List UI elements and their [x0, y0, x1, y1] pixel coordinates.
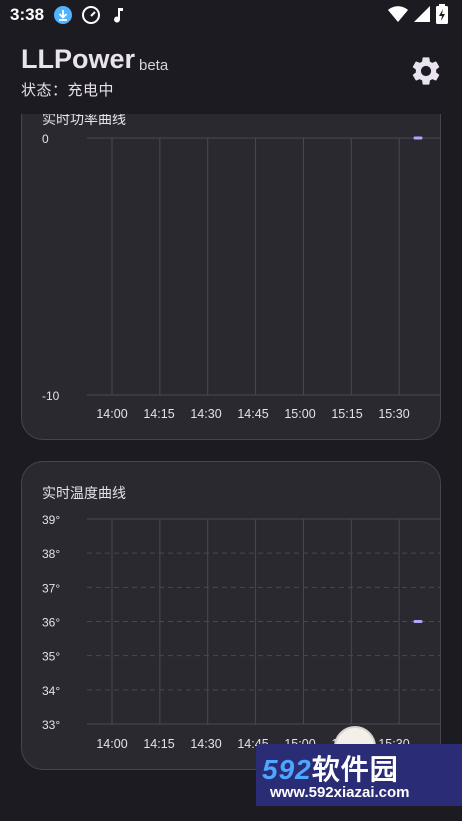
x-tick-label: 14:45	[237, 407, 268, 421]
battery-charging-icon	[436, 4, 448, 29]
app-title: LLPower	[21, 44, 136, 74]
y-tick-label: 38°	[42, 547, 60, 561]
download-icon	[52, 4, 74, 26]
x-tick-label: 15:15	[331, 407, 362, 421]
y-tick-label: 33°	[42, 718, 60, 732]
beta-badge: beta	[139, 57, 169, 74]
power-chart-card: 实时功率曲线 0 -10 14:00 14:15 14:30 14:45 15:00 15:1…	[21, 60, 441, 440]
watermark-text: 软件园	[311, 754, 399, 785]
x-tick-label: 15:30	[378, 407, 409, 421]
y-tick-label: 36°	[42, 616, 60, 630]
y-tick-label: 35°	[42, 650, 60, 664]
temperature-chart-card: 实时温度曲线 39° 38° 37° 36° 35° 34° 33° 14:00 14:15 14…	[21, 461, 441, 770]
x-tick-label: 14:00	[96, 737, 127, 751]
gear-icon	[412, 57, 440, 85]
y-tick-label: 37°	[42, 581, 60, 595]
y-tick-label: 34°	[42, 684, 60, 698]
settings-button[interactable]	[409, 54, 443, 88]
y-tick-label: 39°	[42, 513, 60, 527]
x-tick-label: 14:30	[190, 407, 221, 421]
wifi-icon	[388, 5, 408, 28]
watermark-number: 592	[262, 754, 312, 785]
music-note-icon	[108, 4, 130, 26]
y-tick-label: 0	[42, 132, 49, 146]
watermark-url: www.592xiazai.com	[270, 784, 410, 801]
app-header: LLPower beta 状态：充电中	[0, 30, 462, 114]
y-tick-label: -10	[42, 389, 60, 403]
status-time: 3:38	[10, 5, 45, 24]
status-right-icons	[388, 4, 448, 29]
x-tick-label: 15:00	[284, 407, 315, 421]
charging-status: 状态：充电中	[21, 82, 115, 99]
x-tick-label: 14:15	[143, 737, 174, 751]
watermark-brand: 592软件园	[262, 748, 399, 788]
speedometer-icon	[80, 4, 102, 26]
x-tick-label: 14:15	[143, 407, 174, 421]
temperature-chart: 39°38°37°36°35°34°33°14:00 14:15 14:30 14:4…	[42, 513, 440, 751]
x-tick-label: 14:00	[96, 407, 127, 421]
cell-signal-icon	[414, 6, 430, 27]
watermark: 592软件园 www.592xiazai.com	[256, 744, 462, 806]
x-tick-label: 14:30	[190, 737, 221, 751]
power-chart: 0 -10 14:00 14:15 14:30 14:45 15:00 15:15 15:30	[42, 132, 440, 421]
status-bar: 3:38	[0, 0, 462, 30]
